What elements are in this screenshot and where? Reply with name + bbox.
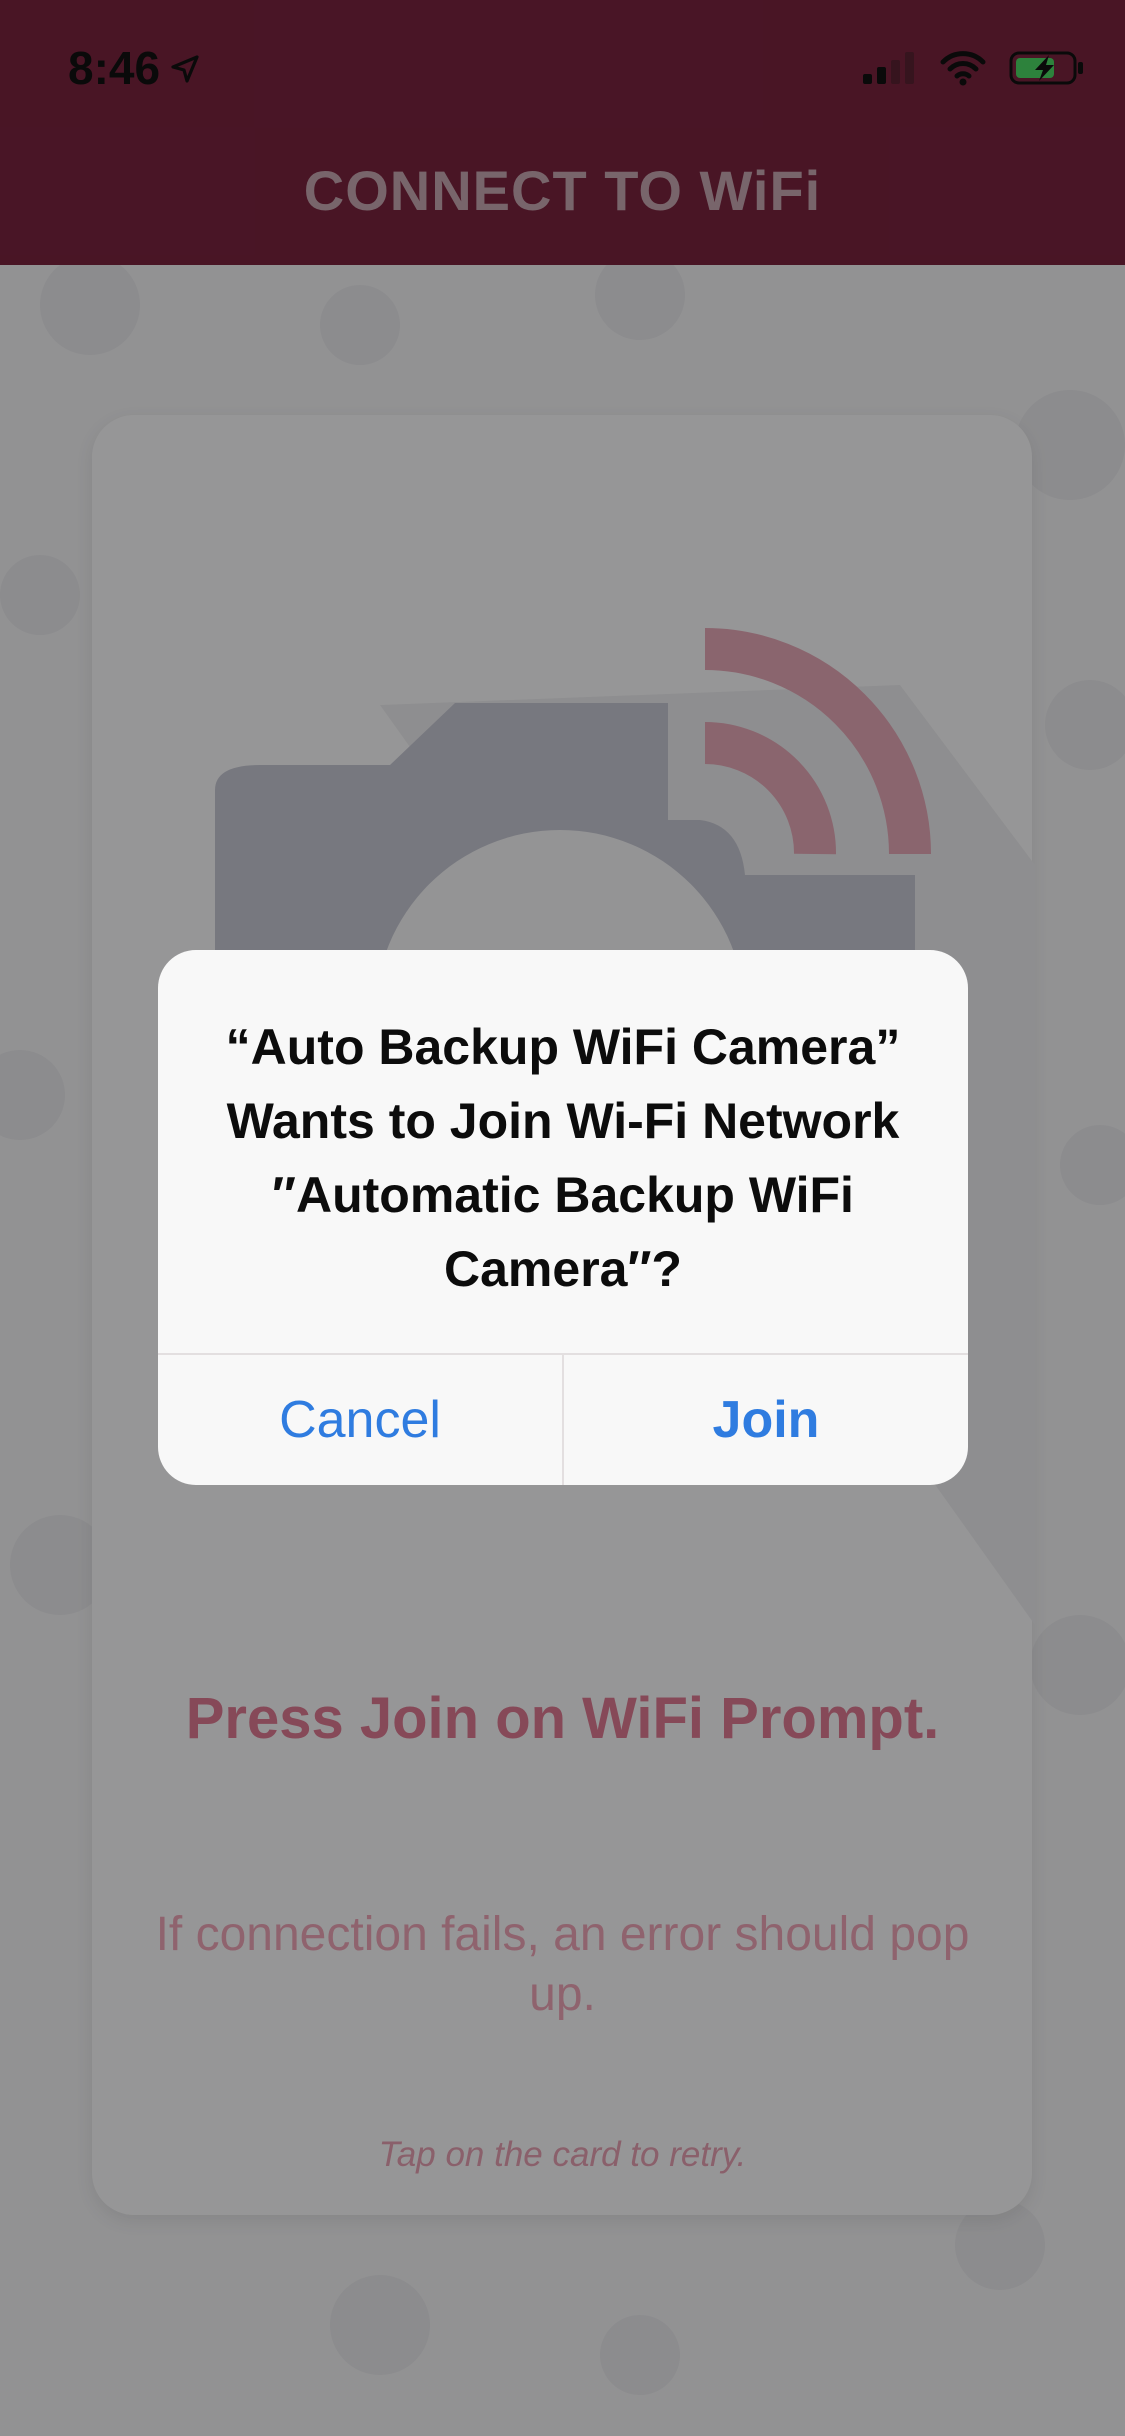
alert-message: “Auto Backup WiFi Camera” Wants to Join …	[225, 1019, 901, 1297]
wifi-join-alert: “Auto Backup WiFi Camera” Wants to Join …	[158, 950, 968, 1485]
join-button[interactable]: Join	[564, 1355, 968, 1485]
cancel-button[interactable]: Cancel	[158, 1355, 562, 1485]
